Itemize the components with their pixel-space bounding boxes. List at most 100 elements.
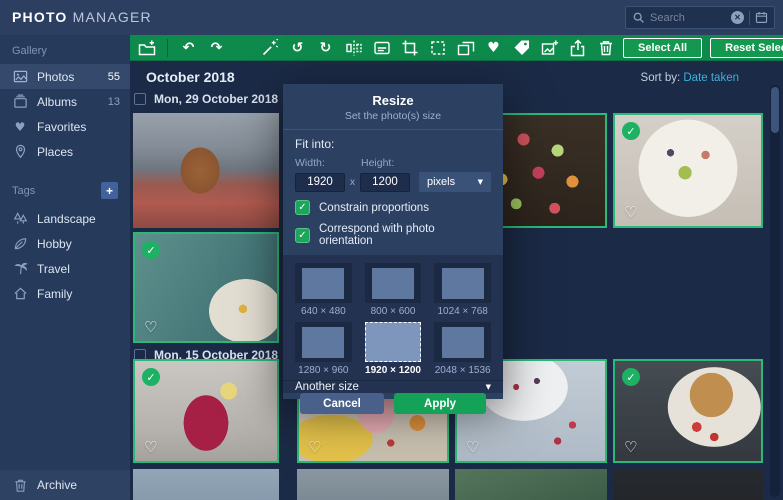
cancel-button[interactable]: Cancel: [300, 393, 384, 414]
sidebar-item-tag-family[interactable]: Family: [0, 281, 130, 306]
albums-icon: [12, 94, 28, 109]
dimension-labels: Width: Height:: [295, 157, 491, 169]
undo-button[interactable]: ↶: [178, 37, 199, 58]
gallery-section-header: Gallery: [0, 35, 130, 64]
toolbar: ↶ ↷ ↺ ↻ ♥ Select All Reset Sele: [130, 35, 783, 61]
sidebar-item-archive[interactable]: Archive: [0, 470, 130, 500]
favorite-heart-icon[interactable]: ♡: [624, 205, 637, 220]
preset-1920x1200-selected[interactable]: 1920 × 1200: [364, 322, 422, 378]
sidebar: Gallery Photos 55 Albums 13 ♥ Favorites …: [0, 35, 130, 500]
photo-orientation-checkbox[interactable]: ✓: [295, 227, 310, 243]
app-title-rest: MANAGER: [72, 9, 152, 25]
copy-to-album-button[interactable]: [455, 37, 476, 58]
rotate-right-button[interactable]: ↻: [315, 37, 336, 58]
photo-tile-fruit-plate-kiwi[interactable]: ✓ ♡: [613, 113, 763, 228]
sidebar-item-tag-travel[interactable]: Travel: [0, 256, 130, 281]
favorite-heart-icon: ♥: [487, 39, 500, 56]
sidebar-item-favorites[interactable]: ♥ Favorites: [0, 114, 130, 139]
sort-by-value[interactable]: Date taken: [683, 72, 739, 84]
date-group-checkbox[interactable]: [134, 93, 146, 105]
tags-header-label: Tags: [12, 184, 36, 197]
trash-icon: [599, 40, 612, 55]
share-icon: [570, 38, 584, 56]
height-input[interactable]: [359, 172, 410, 192]
app-title-bold: PHOTO: [12, 9, 68, 25]
redo-button[interactable]: ↷: [206, 37, 227, 58]
toolbar-actions: Select All Reset Selection: [623, 37, 783, 58]
sidebar-item-tag-hobby[interactable]: Hobby: [0, 231, 130, 256]
favorite-button[interactable]: ♥: [483, 37, 504, 58]
app-logo: PHOTO MANAGER: [12, 9, 152, 25]
sidebar-item-tag-landscape[interactable]: Landscape: [0, 206, 130, 231]
date-group-label: Mon, 29 October 2018: [154, 92, 279, 106]
constrain-proportions-row: ✓ Constrain proportions: [295, 200, 491, 215]
width-input[interactable]: [295, 172, 345, 192]
photo-tile-sky-cliff[interactable]: [133, 469, 279, 500]
topbar: PHOTO MANAGER ✕: [0, 0, 783, 35]
photo-tile-green-coast[interactable]: [455, 469, 607, 500]
favorite-heart-icon[interactable]: ♡: [144, 320, 157, 335]
photo-tile-pancakes[interactable]: ✓ ♡: [613, 359, 763, 463]
scrollbar-thumb[interactable]: [771, 87, 779, 133]
favorite-heart-icon[interactable]: ♡: [308, 440, 321, 455]
caption-button[interactable]: [371, 37, 392, 58]
add-photos-icon: [138, 40, 155, 55]
preset-1280x960[interactable]: 1280 × 960: [295, 322, 352, 378]
selected-check-icon[interactable]: ✓: [142, 241, 160, 259]
reset-selection-button[interactable]: Reset Selection: [710, 37, 783, 58]
favorite-heart-icon[interactable]: ♡: [624, 440, 637, 455]
magic-wand-button[interactable]: [259, 37, 280, 58]
add-tag-button[interactable]: +: [101, 182, 118, 199]
chevron-down-icon: ▼: [485, 383, 491, 391]
photo-orientation-row: ✓ Correspond with photo orientation: [295, 223, 491, 247]
constrain-proportions-label: Constrain proportions: [319, 201, 429, 214]
dialog-header: Resize Set the photo(s) size: [283, 84, 503, 130]
tag-button[interactable]: [511, 37, 532, 58]
search-bar[interactable]: ✕: [625, 6, 775, 29]
another-size-expander[interactable]: Another size ▼: [283, 380, 503, 393]
photo-tile-red-smoothie[interactable]: ✓ ♡: [133, 359, 279, 463]
preset-640x480[interactable]: 640 × 480: [295, 263, 352, 319]
preset-800x600[interactable]: 800 × 600: [364, 263, 422, 319]
add-photos-button[interactable]: [136, 37, 157, 58]
photo-tile-dark-arch[interactable]: [613, 469, 763, 500]
select-all-button[interactable]: Select All: [623, 37, 703, 58]
crop-button[interactable]: [399, 37, 420, 58]
preset-thumbnail: [295, 263, 352, 303]
preset-thumbnail: [364, 263, 422, 303]
dialog-title: Resize: [372, 93, 414, 108]
resize-button[interactable]: [427, 37, 448, 58]
preset-2048x1536[interactable]: 2048 × 1536: [434, 322, 491, 378]
calendar-icon[interactable]: [755, 11, 768, 24]
selected-check-icon[interactable]: ✓: [142, 368, 160, 386]
flip-button[interactable]: [343, 37, 364, 58]
units-select[interactable]: pixels ▼: [418, 172, 491, 192]
constrain-proportions-checkbox[interactable]: ✓: [295, 200, 310, 215]
palm-tree-icon: [12, 261, 28, 276]
sidebar-item-photos[interactable]: Photos 55: [0, 64, 130, 89]
selected-check-icon[interactable]: ✓: [622, 122, 640, 140]
flip-icon: [345, 40, 362, 55]
search-clear-icon[interactable]: ✕: [731, 11, 744, 24]
selected-check-icon[interactable]: ✓: [622, 368, 640, 386]
preset-label: 1920 × 1200: [365, 365, 421, 376]
add-to-album-button[interactable]: [539, 37, 560, 58]
photo-tile-woman-street[interactable]: [133, 113, 279, 228]
sidebar-item-label: Hobby: [37, 236, 72, 251]
preset-1024x768[interactable]: 1024 × 768: [434, 263, 491, 319]
photo-tile-food-plate-egg[interactable]: ✓ ♡: [133, 232, 279, 343]
favorite-heart-icon[interactable]: ♡: [144, 440, 157, 455]
sidebar-item-albums[interactable]: Albums 13: [0, 89, 130, 114]
photo-tile-ocean-rocks[interactable]: [297, 469, 449, 500]
sidebar-item-places[interactable]: Places: [0, 139, 130, 164]
apply-button[interactable]: Apply: [394, 393, 486, 414]
photo-grid-area: October 2018 Sort by: Date taken Mon, 29…: [130, 61, 783, 500]
favorite-heart-icon[interactable]: ♡: [466, 440, 479, 455]
sidebar-item-label: Favorites: [37, 119, 87, 134]
scrollbar-track[interactable]: [770, 85, 780, 497]
units-value: pixels: [426, 176, 456, 188]
delete-button[interactable]: [595, 37, 616, 58]
share-button[interactable]: [567, 37, 588, 58]
rotate-left-button[interactable]: ↺: [287, 37, 308, 58]
search-input[interactable]: [650, 11, 726, 24]
